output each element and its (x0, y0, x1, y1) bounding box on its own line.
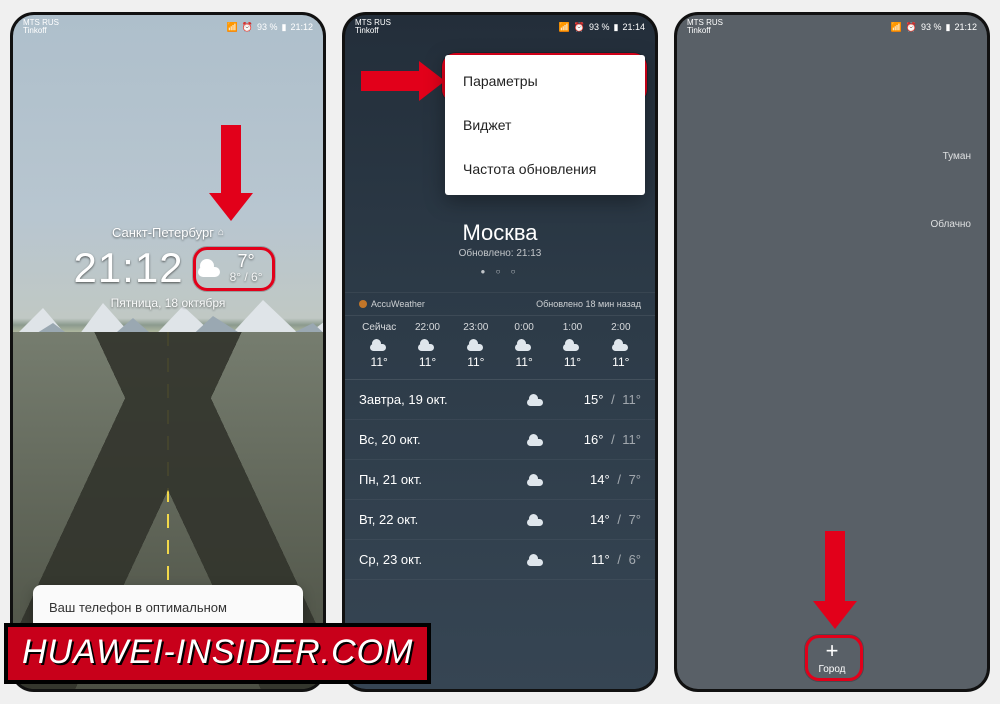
alarm-icon: ⏰ (906, 22, 917, 33)
city-name: Москва (345, 220, 655, 246)
hour-col: 2:0011° (597, 322, 645, 369)
hour-col: 0:0011° (500, 322, 548, 369)
clock-weather-widget[interactable]: Санкт-Петербург ⌂ 21:12 7° 8° / 6° Пятни… (13, 225, 323, 310)
cloud-icon (527, 514, 551, 526)
cloud-icon (527, 394, 551, 406)
annotation-highlight (193, 247, 275, 291)
hour-col: 23:0011° (452, 322, 500, 369)
page-indicator: ● ○ ○ (345, 267, 655, 276)
battery-pct: 93 % (257, 22, 278, 32)
day-row: Вт, 22 окт.14° / 7° (345, 500, 655, 540)
cloud-icon (515, 339, 533, 351)
alarm-icon: ⏰ (242, 22, 253, 33)
widget-city: Санкт-Петербург (112, 225, 214, 240)
day-row: Завтра, 19 окт.15° / 11° (345, 380, 655, 420)
cloud-icon (527, 554, 551, 566)
battery-icon: ▮ (946, 22, 951, 33)
day-row: Ср, 23 окт.11° / 6° (345, 540, 655, 580)
updated-time: Обновлено: 21:13 (345, 248, 655, 259)
overflow-menu: Параметры Виджет Частота обновления (445, 55, 645, 195)
accuweather-label: AccuWeather (371, 299, 425, 309)
cloud-icon (527, 474, 551, 486)
home-icon: ⌂ (218, 227, 224, 238)
menu-item-params[interactable]: Параметры (445, 59, 645, 103)
annotation-highlight (805, 635, 863, 681)
hourly-forecast[interactable]: Сейчас11° 22:0011° 23:0011° 0:0011° 1:00… (345, 315, 655, 379)
hour-col: Сейчас11° (355, 322, 403, 369)
phone-weather-app: MTS RUS Tinkoff 📶 ⏰ 93 % ▮ 21:14 ⋮ Облач… (342, 12, 658, 692)
menu-item-refresh[interactable]: Частота обновления (445, 147, 645, 191)
carrier-2: Tinkoff (23, 27, 59, 35)
signal-icon: 📶 (559, 22, 570, 33)
signal-icon: 📶 (227, 22, 238, 33)
day-row: Пн, 21 окт.14° / 7° (345, 460, 655, 500)
accuweather-icon (359, 300, 367, 308)
cloud-icon (467, 339, 485, 351)
menu-item-widget[interactable]: Виджет (445, 103, 645, 147)
widget-time: 21:12 (73, 244, 183, 292)
hour-col: 22:0011° (403, 322, 451, 369)
status-time: 21:12 (290, 22, 313, 32)
battery-icon: ▮ (282, 22, 287, 33)
accuweather-updated: Обновлено 18 мин назад (536, 299, 641, 309)
cloud-icon (370, 339, 388, 351)
cloud-icon (527, 434, 551, 446)
battery-icon: ▮ (614, 22, 619, 33)
cloud-icon (418, 339, 436, 351)
widget-date: Пятница, 18 октября (13, 296, 323, 310)
cloud-icon (563, 339, 581, 351)
hour-col: 1:0011° (548, 322, 596, 369)
status-bar: MTS RUS Tinkoff 📶 ⏰ 93 % ▮ 21:12 (13, 15, 323, 39)
watermark-banner: HUAWEI-INSIDER.COM (4, 623, 431, 684)
signal-icon: 📶 (891, 22, 902, 33)
day-row: Вс, 20 окт.16° / 11° (345, 420, 655, 460)
status-bar: MTS RUS Tinkoff 📶 ⏰ 93 % ▮ 21:12 (677, 15, 987, 39)
cloud-icon (612, 339, 630, 351)
status-bar: MTS RUS Tinkoff 📶 ⏰ 93 % ▮ 21:14 (345, 15, 655, 39)
alarm-icon: ⏰ (574, 22, 585, 33)
daily-forecast[interactable]: Завтра, 19 окт.15° / 11° Вс, 20 окт.16° … (345, 379, 655, 580)
phone-weather-settings: MTS RUS Tinkoff 📶 ⏰ 93 % ▮ 21:12 ← Парам… (674, 12, 990, 692)
phone-home-screen: MTS RUS Tinkoff 📶 ⏰ 93 % ▮ 21:12 Санкт-П… (10, 12, 326, 692)
